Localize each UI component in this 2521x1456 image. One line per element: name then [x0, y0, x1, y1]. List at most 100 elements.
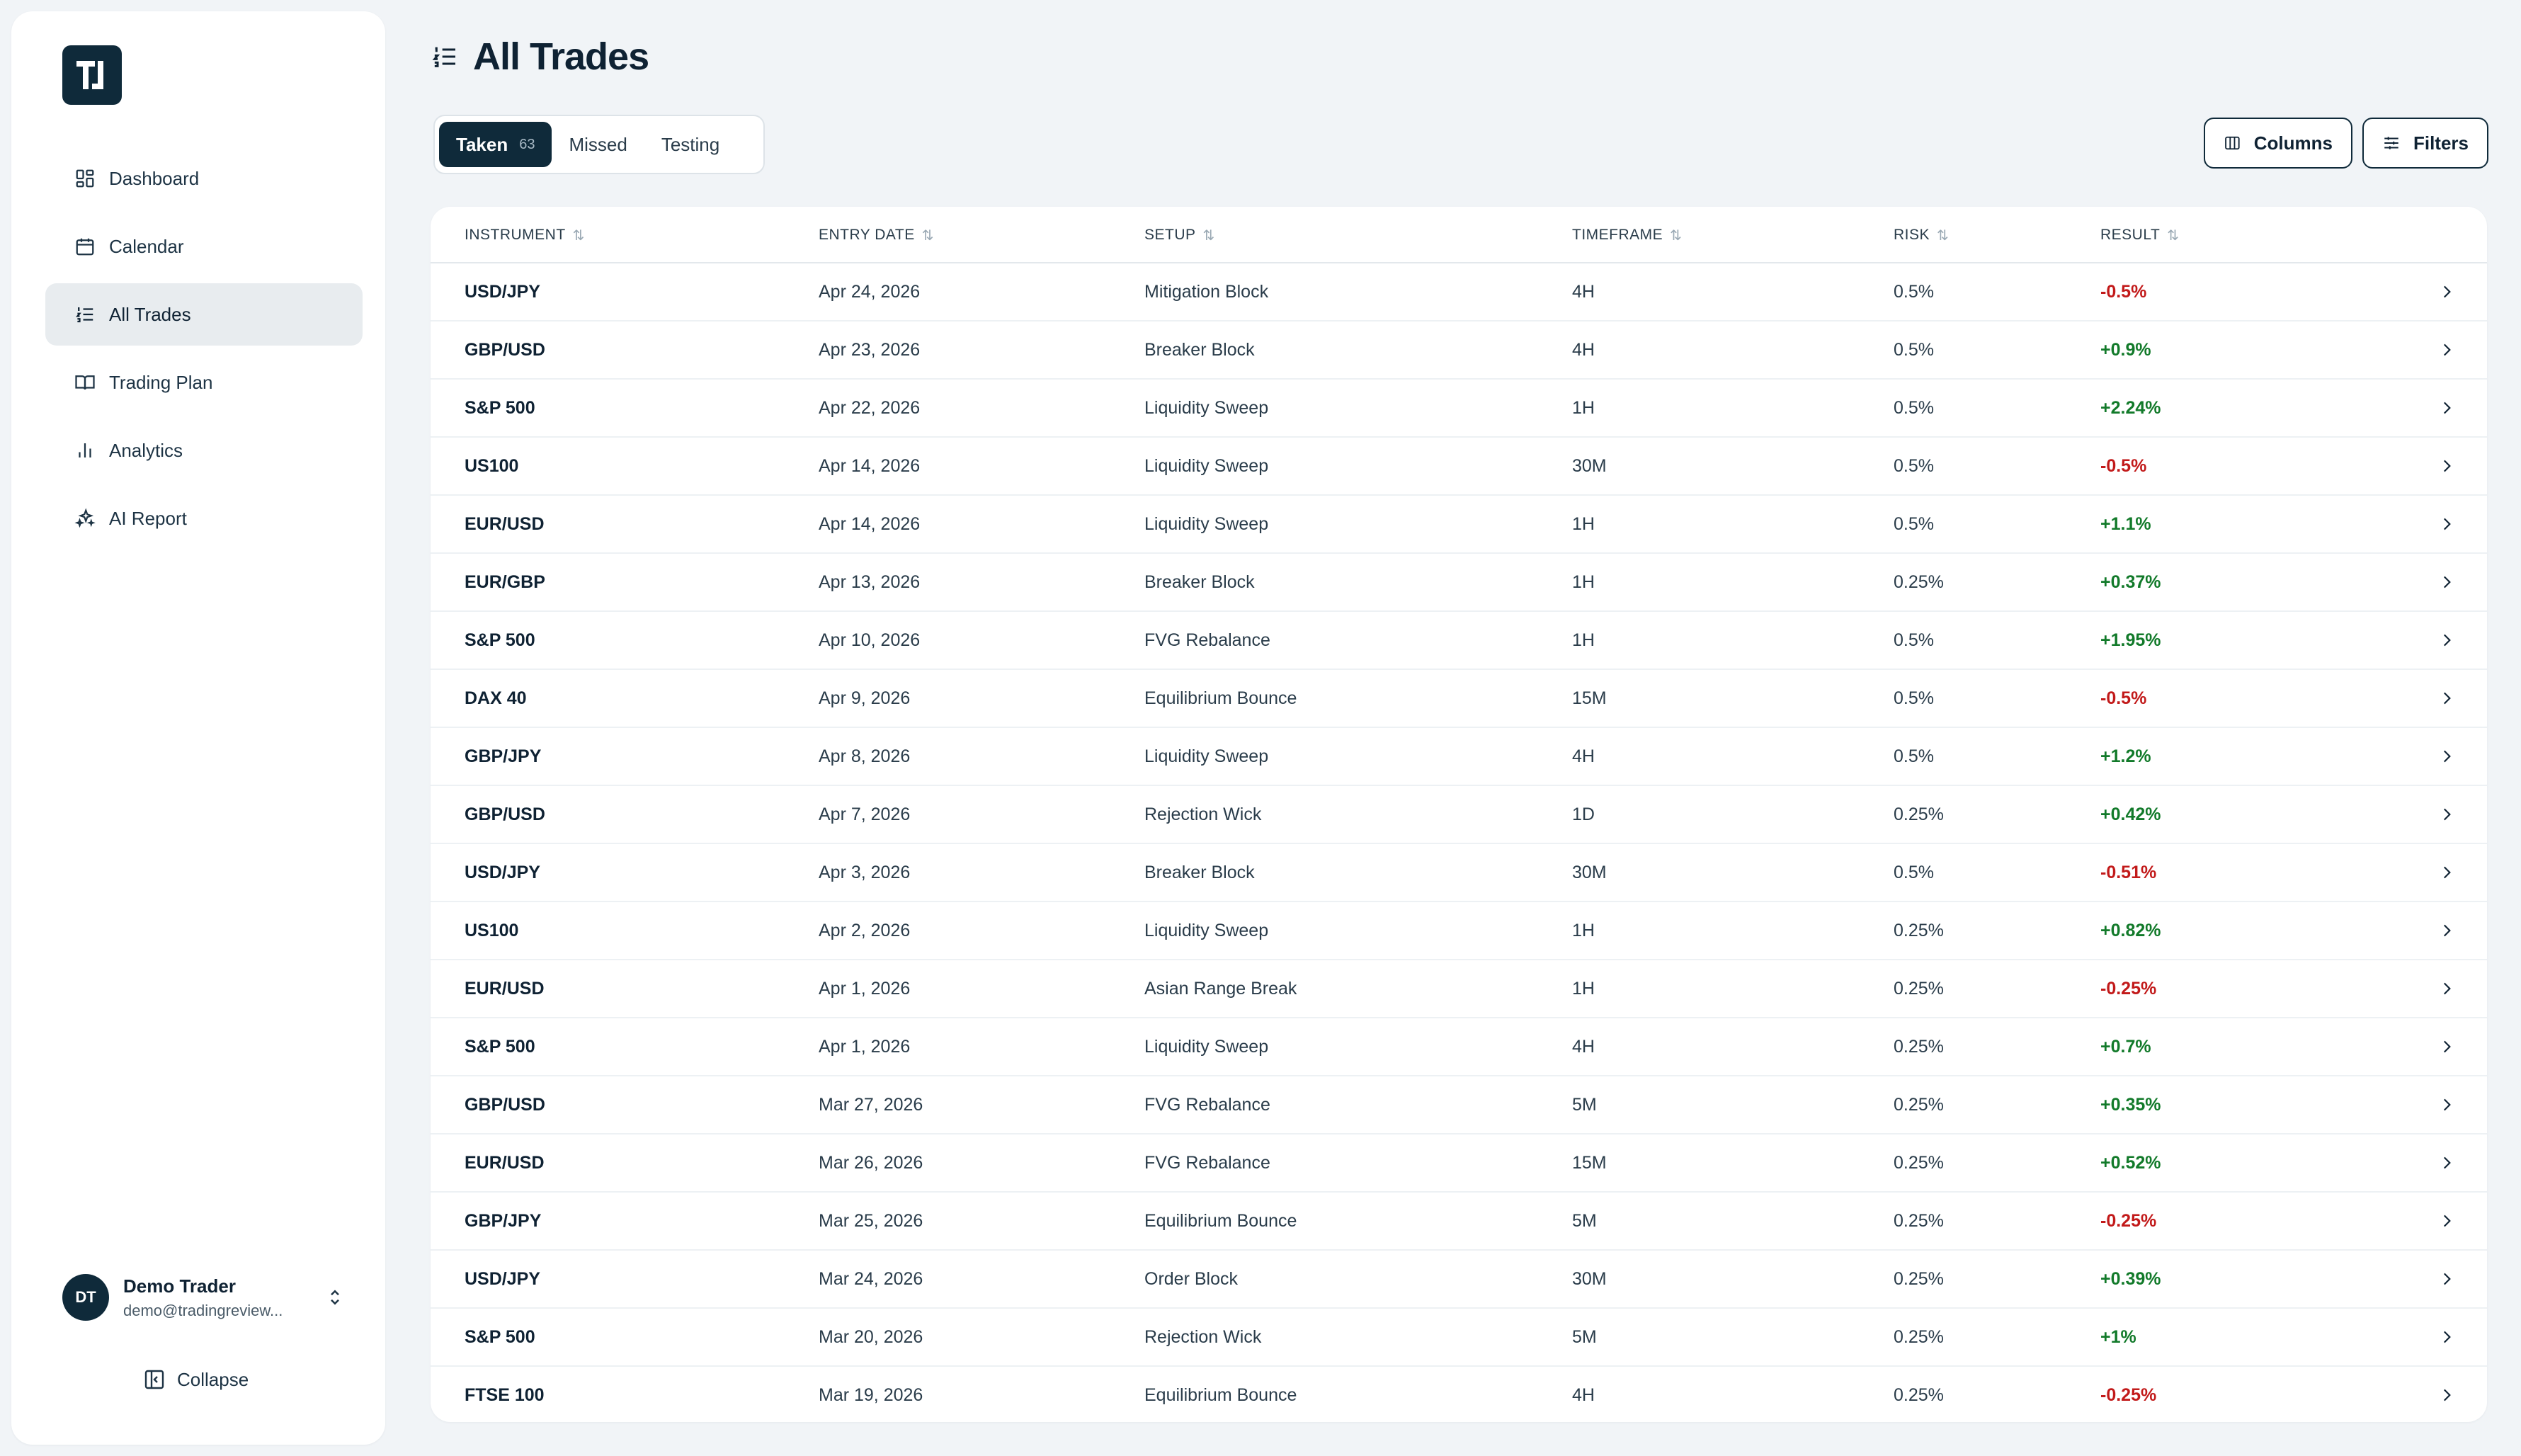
table-row[interactable]: GBP/USD Apr 23, 2026 Breaker Block 4H 0.5% +0…: [431, 322, 2487, 380]
setup-cell: Mitigation Block: [1144, 281, 1269, 302]
setup-cell: Liquidity Sweep: [1144, 920, 1269, 940]
entry-date-cell: Mar 25, 2026: [819, 1210, 923, 1231]
chevron-right-icon[interactable]: [2436, 1076, 2457, 1133]
sidebar-item-trading-plan[interactable]: Trading Plan: [45, 351, 363, 414]
table-row[interactable]: EUR/USD Mar 26, 2026 FVG Rebalance 15M 0.25%…: [431, 1134, 2487, 1193]
app-logo[interactable]: [62, 45, 122, 105]
table-row[interactable]: GBP/JPY Apr 8, 2026 Liquidity Sweep 4H 0.5% +…: [431, 728, 2487, 786]
sidebar-item-analytics[interactable]: Analytics: [45, 419, 363, 482]
tab-taken[interactable]: Taken 63: [439, 122, 552, 167]
columns-icon: [2225, 136, 2240, 150]
filters-button[interactable]: Filters: [2362, 118, 2488, 169]
logo-mark-icon: [76, 61, 103, 89]
entry-date-cell: Apr 24, 2026: [819, 281, 921, 302]
user-name: Demo Trader: [123, 1275, 236, 1297]
table-row[interactable]: GBP/USD Mar 27, 2026 FVG Rebalance 5M 0.25% +…: [431, 1076, 2487, 1134]
setup-cell: Liquidity Sweep: [1144, 513, 1269, 534]
chevron-right-icon[interactable]: [2436, 554, 2457, 610]
sidebar-item-label: All Trades: [109, 303, 191, 325]
table-row[interactable]: FTSE 100 Mar 19, 2026 Equilibrium Bounce 4H…: [431, 1367, 2487, 1422]
risk-cell: 0.5%: [1894, 862, 1934, 882]
column-header-timeframe[interactable]: TIMEFRAME ⇅: [1572, 207, 1682, 263]
risk-cell: 0.25%: [1894, 1326, 1944, 1347]
table-row[interactable]: EUR/USD Apr 1, 2026 Asian Range Break 1H 0.2…: [431, 960, 2487, 1018]
tab-label: Testing: [661, 133, 720, 155]
filters-label: Filters: [2413, 132, 2469, 154]
entry-date-cell: Apr 22, 2026: [819, 397, 921, 418]
sidebar-item-label: Dashboard: [109, 167, 200, 189]
sidebar-item-calendar[interactable]: Calendar: [45, 215, 363, 278]
chevron-right-icon[interactable]: [2436, 960, 2457, 1017]
column-header-entry-date[interactable]: ENTRY DATE ⇅: [819, 207, 934, 263]
chevron-up-down-icon: [331, 1290, 339, 1305]
result-cell: +0.39%: [2100, 1268, 2161, 1289]
tab-testing[interactable]: Testing: [644, 122, 736, 167]
chevron-right-icon[interactable]: [2436, 1251, 2457, 1307]
column-header-instrument[interactable]: INSTRUMENT ⇅: [465, 207, 585, 263]
tab-missed[interactable]: Missed: [552, 122, 644, 167]
chevron-right-icon[interactable]: [2436, 322, 2457, 378]
instrument-cell: US100: [465, 920, 519, 940]
chevron-right-icon[interactable]: [2436, 1309, 2457, 1365]
chevron-right-icon[interactable]: [2436, 496, 2457, 552]
chevron-right-icon[interactable]: [2436, 786, 2457, 843]
sidebar-item-dashboard[interactable]: Dashboard: [45, 147, 363, 210]
chevron-right-icon[interactable]: [2436, 844, 2457, 901]
table-row[interactable]: DAX 40 Apr 9, 2026 Equilibrium Bounce 15M 0.…: [431, 670, 2487, 728]
column-header-setup[interactable]: SETUP ⇅: [1144, 207, 1215, 263]
table-header: INSTRUMENT ⇅ ENTRY DATE ⇅ SETUP ⇅ TIMEFR…: [431, 207, 2487, 263]
column-header-result[interactable]: RESULT ⇅: [2100, 207, 2180, 263]
column-header-risk[interactable]: RISK ⇅: [1894, 207, 1949, 263]
user-menu[interactable]: DT Demo Trader demo@tradingreview...: [62, 1268, 346, 1327]
sidebar-item-all-trades[interactable]: All Trades: [45, 283, 363, 346]
risk-cell: 0.5%: [1894, 455, 1934, 476]
instrument-cell: USD/JPY: [465, 862, 540, 882]
risk-cell: 0.25%: [1894, 1268, 1944, 1289]
setup-cell: Liquidity Sweep: [1144, 455, 1269, 476]
column-header-label: SETUP: [1144, 227, 1196, 243]
table-row[interactable]: S&P 500 Apr 22, 2026 Liquidity Sweep 1H 0.5%…: [431, 380, 2487, 438]
table-row[interactable]: USD/JPY Apr 24, 2026 Mitigation Block 4H 0.5…: [431, 263, 2487, 322]
result-cell: -0.25%: [2100, 1384, 2157, 1405]
result-cell: +1.1%: [2100, 513, 2151, 534]
chevron-right-icon[interactable]: [2436, 670, 2457, 727]
book-icon: [74, 371, 96, 394]
table-row[interactable]: US100 Apr 14, 2026 Liquidity Sweep 30M 0.5% -…: [431, 438, 2487, 496]
table-row[interactable]: GBP/JPY Mar 25, 2026 Equilibrium Bounce 5M 0…: [431, 1193, 2487, 1251]
chevron-right-icon[interactable]: [2436, 1193, 2457, 1249]
table-row[interactable]: USD/JPY Mar 24, 2026 Order Block 30M 0.25% +0…: [431, 1251, 2487, 1309]
chevron-right-icon[interactable]: [2436, 1018, 2457, 1075]
collapse-button[interactable]: Collapse: [143, 1365, 249, 1394]
table-row[interactable]: EUR/USD Apr 14, 2026 Liquidity Sweep 1H 0.5%…: [431, 496, 2487, 554]
columns-button[interactable]: Columns: [2204, 118, 2352, 169]
table-row[interactable]: GBP/USD Apr 7, 2026 Rejection Wick 1D 0.25% +…: [431, 786, 2487, 844]
chevron-right-icon[interactable]: [2436, 1134, 2457, 1191]
table-row[interactable]: S&P 500 Mar 20, 2026 Rejection Wick 5M 0.25%…: [431, 1309, 2487, 1367]
chevron-right-icon[interactable]: [2436, 263, 2457, 320]
risk-cell: 0.5%: [1894, 281, 1934, 302]
table-row[interactable]: S&P 500 Apr 1, 2026 Liquidity Sweep 4H 0.25%…: [431, 1018, 2487, 1076]
setup-cell: FVG Rebalance: [1144, 1094, 1270, 1115]
result-cell: +0.7%: [2100, 1036, 2151, 1057]
risk-cell: 0.5%: [1894, 630, 1934, 650]
calendar-icon: [74, 235, 96, 258]
sidebar-item-label: Trading Plan: [109, 371, 213, 393]
instrument-cell: S&P 500: [465, 1036, 535, 1057]
risk-cell: 0.5%: [1894, 397, 1934, 418]
table-row[interactable]: S&P 500 Apr 10, 2026 FVG Rebalance 1H 0.5% +1…: [431, 612, 2487, 670]
chevron-right-icon[interactable]: [2436, 380, 2457, 436]
table-row[interactable]: USD/JPY Apr 3, 2026 Breaker Block 30M 0.5% -0…: [431, 844, 2487, 902]
chevron-right-icon[interactable]: [2436, 902, 2457, 959]
chevron-right-icon[interactable]: [2436, 1367, 2457, 1422]
sidebar-item-ai-report[interactable]: AI Report: [45, 487, 363, 550]
chevron-right-icon[interactable]: [2436, 728, 2457, 785]
column-header-label: INSTRUMENT: [465, 227, 566, 243]
setup-cell: Rejection Wick: [1144, 1326, 1262, 1347]
timeframe-cell: 1H: [1572, 513, 1595, 534]
chevron-right-icon[interactable]: [2436, 612, 2457, 669]
table-row[interactable]: EUR/GBP Apr 13, 2026 Breaker Block 1H 0.25% +…: [431, 554, 2487, 612]
sort-icon: ⇅: [572, 227, 585, 244]
table-row[interactable]: US100 Apr 2, 2026 Liquidity Sweep 1H 0.25% +0…: [431, 902, 2487, 960]
result-cell: +0.9%: [2100, 339, 2151, 360]
chevron-right-icon[interactable]: [2436, 438, 2457, 494]
